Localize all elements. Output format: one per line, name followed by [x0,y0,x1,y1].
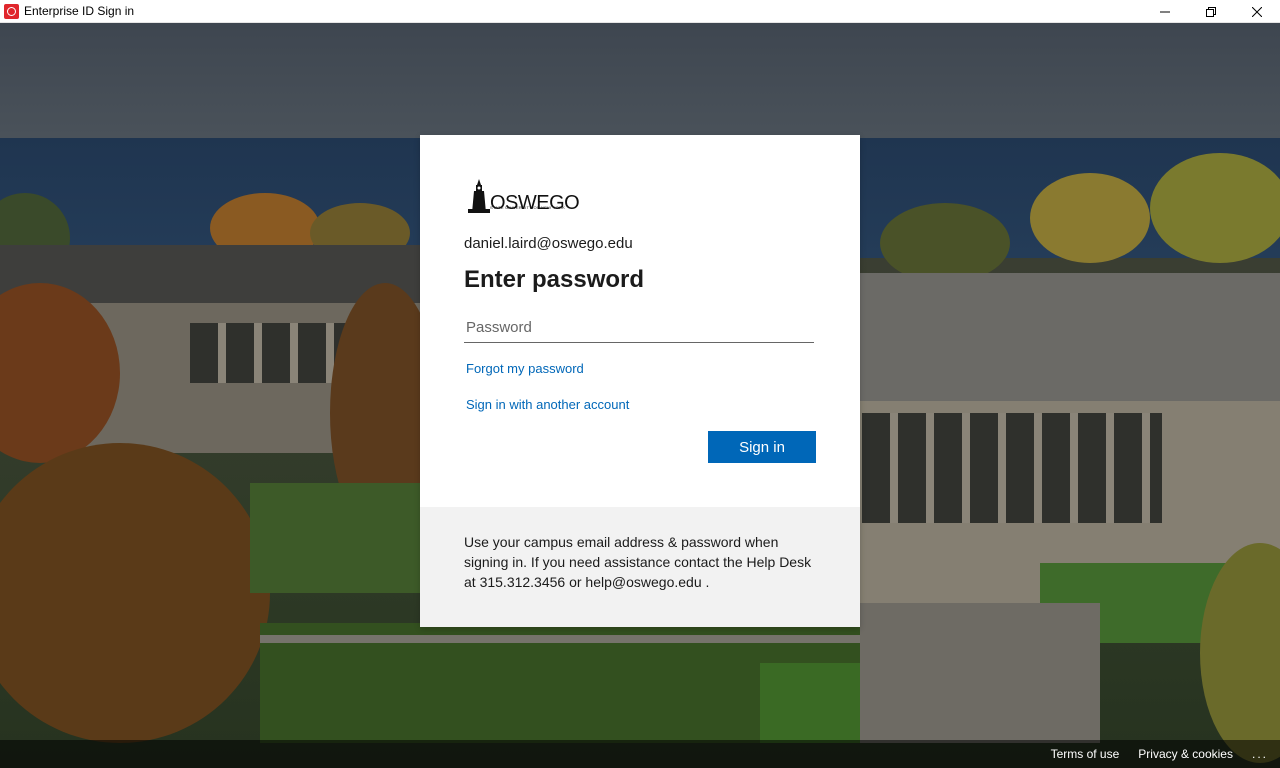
other-account-link[interactable]: Sign in with another account [466,397,629,412]
account-identity: daniel.laird@oswego.edu [464,235,633,252]
window-title: Enterprise ID Sign in [24,4,135,18]
clocktower-logo-icon [468,179,490,213]
privacy-cookies-link[interactable]: Privacy & cookies [1138,747,1233,761]
window-controls [1142,0,1280,23]
close-icon [1252,6,1262,17]
logo-wordmark: OSWEGO [490,192,580,214]
password-input[interactable] [464,313,814,343]
background-building-roof [860,273,1280,403]
more-options-button[interactable]: ... [1252,747,1268,761]
background-building-windows [862,413,1162,523]
adobe-creative-cloud-icon [4,3,19,19]
restore-button[interactable] [1188,0,1234,23]
minimize-icon [1160,11,1170,12]
logo-subtitle: STATE UNIVERSITY OF NEW YORK [490,205,566,210]
help-text: Use your campus email address & password… [464,534,812,590]
forgot-password-link[interactable]: Forgot my password [466,361,584,376]
background-sky [0,23,1280,138]
minimize-button[interactable] [1142,0,1188,23]
sign-in-button[interactable]: Sign in [708,431,816,463]
background-path [860,603,1100,743]
oswego-logo: OSWEGO STATE UNIVERSITY OF NEW YORK [468,179,580,214]
background-tree [1150,153,1280,263]
background-tree [1030,173,1150,263]
restore-icon [1206,6,1216,17]
close-button[interactable] [1234,0,1280,23]
background-path [260,635,860,643]
terms-of-use-link[interactable]: Terms of use [1051,747,1120,761]
page-footer: Terms of use Privacy & cookies ... [0,740,1280,768]
background-lawn [250,483,420,593]
background-tree [880,203,1010,283]
page-title: Enter password [464,266,645,293]
signin-card: OSWEGO STATE UNIVERSITY OF NEW YORK dani… [420,135,860,627]
help-section: Use your campus email address & password… [420,507,860,627]
window-titlebar: Enterprise ID Sign in [0,0,1280,23]
signin-form: OSWEGO STATE UNIVERSITY OF NEW YORK dani… [420,135,860,507]
